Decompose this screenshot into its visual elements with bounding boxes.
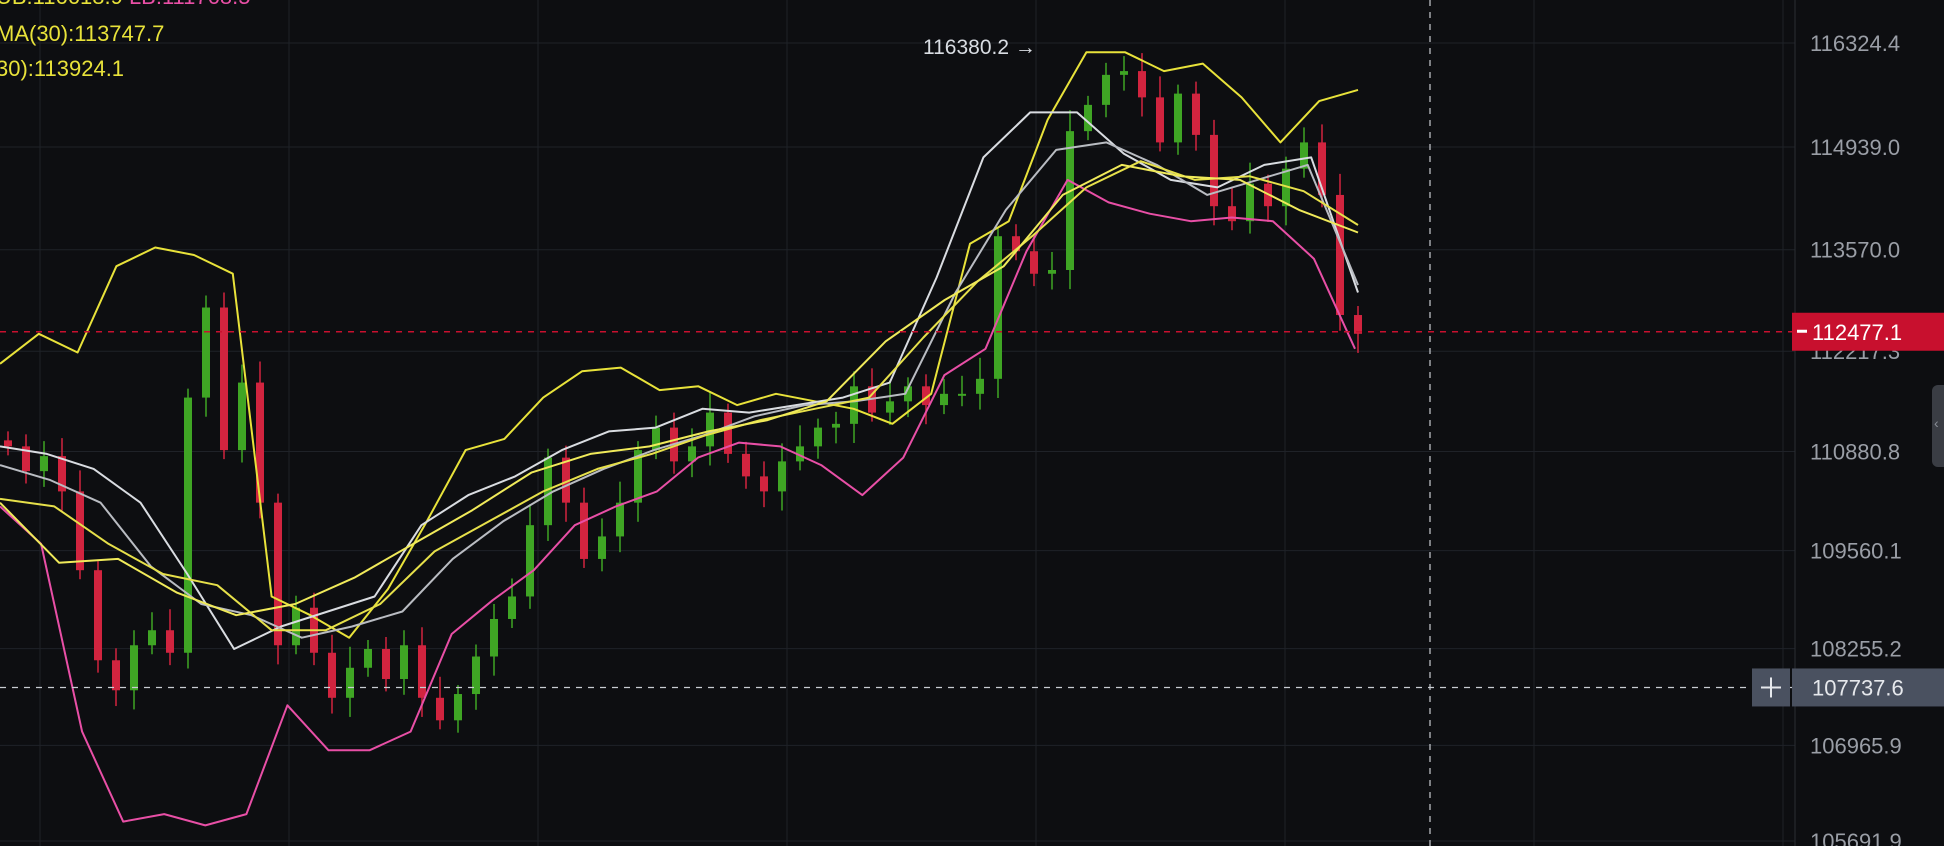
price-axis-label: 113570.0 [1810, 238, 1900, 263]
candle-body [1084, 104, 1092, 132]
candle-body [1228, 206, 1236, 222]
candle-body [292, 607, 300, 646]
candle-body [1354, 315, 1362, 334]
candle-body [238, 382, 246, 451]
price-axis-label: 114939.0 [1810, 135, 1900, 160]
candle-body [148, 630, 156, 646]
price-axis-label: 116324.4 [1810, 31, 1900, 56]
lower-band-line [0, 178, 1356, 827]
candle-body [508, 596, 516, 619]
legend-bands: UB:116618.9 LB:111768.5 [0, 0, 250, 10]
candle-body [1030, 251, 1038, 274]
price-axis-label: 109560.1 [1810, 539, 1902, 564]
candle-body [472, 656, 480, 695]
legend-upper-band: UB:116618.9 [0, 0, 123, 9]
candle-body [616, 502, 624, 537]
candle-body [598, 536, 606, 559]
badge-dash [1797, 329, 1807, 333]
candle-body [40, 456, 48, 472]
candle-body [706, 412, 714, 447]
candle-body [778, 461, 786, 492]
candle-body [1192, 93, 1200, 135]
candle-body [490, 618, 498, 657]
legend-lower-band: LB:111768.5 [129, 0, 251, 9]
price-axis-label: 108255.2 [1810, 637, 1902, 662]
candle-body [1138, 71, 1146, 98]
candle-body [346, 667, 354, 698]
candle-body [364, 649, 372, 668]
candle-body [4, 440, 12, 447]
candle-body [976, 378, 984, 394]
candle-body [580, 502, 588, 559]
candle-body [994, 236, 1002, 379]
price-chart[interactable]: 116380.2 → 116324.4114939.0113570.011221… [0, 0, 1944, 846]
legend-indicator-30: 30):113924.1 [0, 56, 125, 81]
candle-body [454, 694, 462, 721]
candle-body [760, 476, 768, 492]
chart-grid [0, 0, 1796, 846]
candlestick-series [4, 53, 1362, 733]
candle-body [184, 397, 192, 653]
candle-body [526, 525, 534, 597]
candle-body [850, 386, 858, 424]
candle-body [832, 423, 840, 428]
candle-body [742, 453, 750, 477]
candle-body [274, 502, 282, 646]
current-price-value: 112477.1 [1812, 320, 1902, 345]
candle-body [418, 645, 426, 698]
legend-ma30: MA(30):113747.7 [0, 21, 165, 46]
candle-body [1156, 97, 1164, 143]
candle-body [958, 393, 966, 396]
peak-price-label: 116380.2 → [923, 36, 1036, 59]
candle-body [328, 652, 336, 698]
candle-body [220, 307, 228, 451]
candle-body [1246, 183, 1254, 222]
candle-body [112, 660, 120, 691]
candle-body [886, 401, 894, 413]
candle-body [940, 393, 948, 406]
price-axis-label: 105691.9 [1810, 829, 1902, 846]
price-axis: 116324.4114939.0113570.0112217.3110880.8… [1752, 31, 1944, 846]
candle-body [1048, 269, 1056, 274]
chart-overlays: 116380.2 → [0, 0, 1795, 846]
trading-chart[interactable]: 116380.2 → 116324.4 114939.0 113570.0 11221… [0, 0, 1944, 846]
candle-body [76, 491, 84, 571]
candle-body [1210, 134, 1218, 207]
candle-body [166, 630, 174, 653]
candle-body [652, 427, 660, 451]
candle-body [202, 307, 210, 398]
price-axis-label: 106965.9 [1810, 733, 1902, 758]
candle-body [1174, 93, 1182, 143]
candle-body [400, 645, 408, 680]
candle-body [382, 649, 390, 680]
chart-scroll-handle[interactable]: ‹ [1932, 385, 1944, 467]
candle-body [436, 697, 444, 721]
candle-body [1120, 71, 1128, 75]
crosshair-price-value: 107737.6 [1812, 675, 1904, 700]
candle-body [1102, 74, 1110, 105]
candle-body [130, 645, 138, 691]
candle-body [94, 570, 102, 661]
candle-body [814, 427, 822, 447]
chevron-left-icon: ‹ [1934, 415, 1939, 431]
price-axis-label: 110880.8 [1810, 440, 1900, 465]
